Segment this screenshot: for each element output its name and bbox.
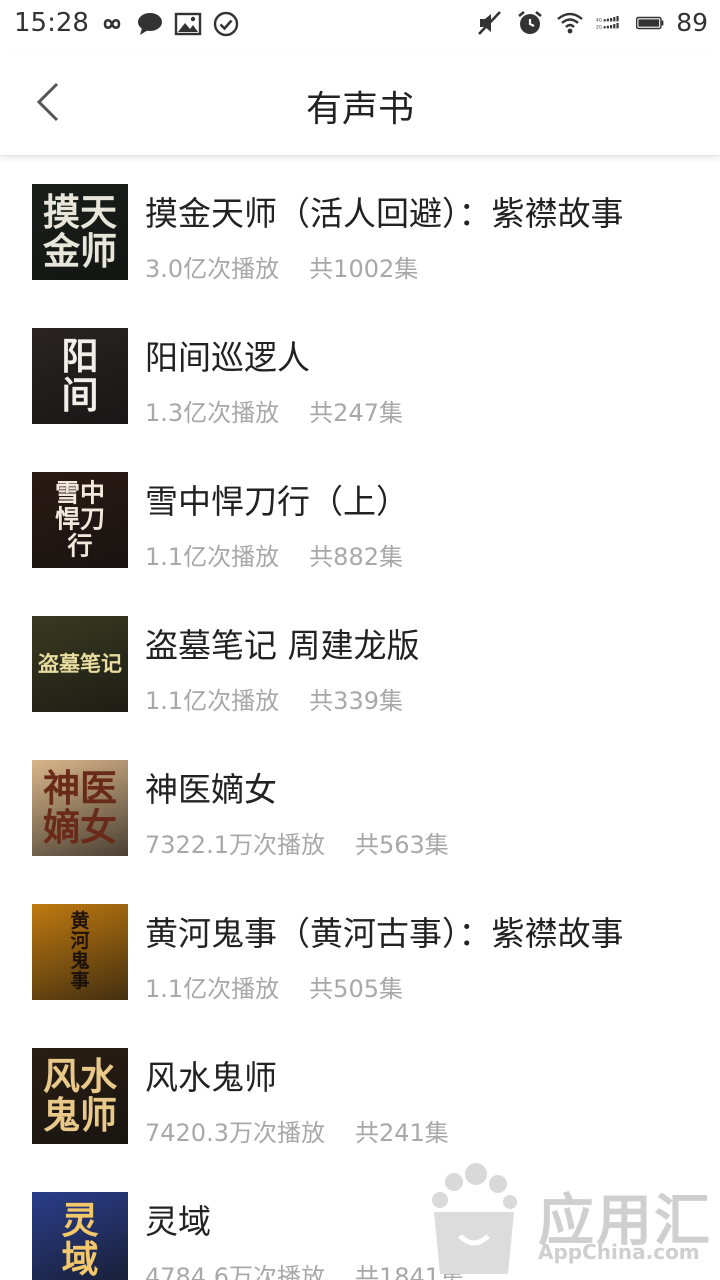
book-list: 摸天 金师 摸金天师（活人回避）：紫襟故事 3.0亿次播放 共1002集阳 间 阳间巡逻… xyxy=(0,157,720,1280)
book-episode-count: 共882集 xyxy=(309,543,403,571)
battery-level: 89 xyxy=(676,8,708,37)
book-meta: 1.1亿次播放 共505集 xyxy=(145,969,403,1004)
book-play-count: 1.1亿次播放 xyxy=(145,687,280,715)
book-cover-text: 盗墓笔记 xyxy=(38,650,122,676)
book-meta: 7322.1万次播放 共563集 xyxy=(145,825,449,860)
book-meta: 3.0亿次播放 共1002集 xyxy=(145,249,418,284)
book-title: 盗墓笔记 周建龙版 xyxy=(145,626,420,665)
book-episode-count: 共1841集 xyxy=(354,1263,465,1280)
book-meta: 7420.3万次播放 共241集 xyxy=(145,1113,449,1148)
book-play-count: 1.3亿次播放 xyxy=(145,399,280,427)
book-cover-text: 神医 嫡女 xyxy=(43,766,117,849)
book-cover: 神医 嫡女 xyxy=(32,760,128,856)
wifi-icon xyxy=(557,12,583,33)
status-left-icons xyxy=(98,10,240,38)
book-meta: 1.1亿次播放 共339集 xyxy=(145,681,403,716)
book-cover-text: 黄 河 鬼 事 xyxy=(70,910,90,992)
book-title: 风水鬼师 xyxy=(145,1058,277,1097)
book-item[interactable]: 摸天 金师 摸金天师（活人回避）：紫襟故事 3.0亿次播放 共1002集 xyxy=(0,157,720,301)
battery-icon xyxy=(636,16,664,29)
book-episode-count: 共339集 xyxy=(309,687,403,715)
book-cover: 灵 域 xyxy=(32,1192,128,1280)
book-cover-text: 雪中 悍刀 行 xyxy=(54,478,105,561)
book-title: 神医嫡女 xyxy=(145,770,277,809)
book-cover: 黄 河 鬼 事 xyxy=(32,904,128,1000)
book-title: 摸金天师（活人回避）：紫襟故事 xyxy=(145,194,624,233)
signal-icon: 4G 2G xyxy=(596,15,619,30)
book-cover-text: 风水 鬼师 xyxy=(43,1054,117,1137)
book-title: 灵域 xyxy=(145,1202,211,1241)
book-play-count: 1.1亿次播放 xyxy=(145,975,280,1003)
mute-icon xyxy=(478,10,502,35)
book-play-count: 3.0亿次播放 xyxy=(145,255,280,283)
nav-bar: 有声书 xyxy=(0,50,720,156)
image-icon xyxy=(174,12,202,36)
alarm-icon xyxy=(518,10,542,34)
book-cover: 摸天 金师 xyxy=(32,184,128,280)
book-play-count: 4784.6万次播放 xyxy=(145,1263,325,1280)
book-episode-count: 共505集 xyxy=(309,975,403,1003)
book-item[interactable]: 神医 嫡女 神医嫡女 7322.1万次播放 共563集 xyxy=(0,733,720,877)
status-bar: 15:28 4G 2G 89 xyxy=(0,0,720,50)
book-item[interactable]: 雪中 悍刀 行 雪中悍刀行（上） 1.1亿次播放 共882集 xyxy=(0,445,720,589)
book-play-count: 7420.3万次播放 xyxy=(145,1119,325,1147)
book-cover-text: 摸天 金师 xyxy=(43,190,117,273)
book-item[interactable]: 阳 间 阳间巡逻人 1.3亿次播放 共247集 xyxy=(0,301,720,445)
book-title: 黄河鬼事（黄河古事）：紫襟故事 xyxy=(145,914,624,953)
message-icon xyxy=(138,13,162,35)
book-cover-text: 灵 域 xyxy=(61,1198,99,1280)
book-cover: 雪中 悍刀 行 xyxy=(32,472,128,568)
check-circle-icon xyxy=(213,11,239,37)
book-item[interactable]: 黄 河 鬼 事 黄河鬼事（黄河古事）：紫襟故事 1.1亿次播放 共505集 xyxy=(0,877,720,1021)
svg-text:4G: 4G xyxy=(596,17,602,23)
book-episode-count: 共563集 xyxy=(354,831,449,859)
book-episode-count: 共1002集 xyxy=(309,255,419,283)
book-item[interactable]: 风水 鬼师 风水鬼师 7420.3万次播放 共241集 xyxy=(0,1021,720,1165)
book-title: 雪中悍刀行（上） xyxy=(145,482,409,521)
book-item[interactable]: 灵 域 灵域 4784.6万次播放 共1841集 xyxy=(0,1165,720,1280)
book-title: 阳间巡逻人 xyxy=(145,338,310,377)
book-play-count: 1.1亿次播放 xyxy=(145,543,280,571)
book-item[interactable]: 盗墓笔记 盗墓笔记 周建龙版 1.1亿次播放 共339集 xyxy=(0,589,720,733)
book-meta: 1.1亿次播放 共882集 xyxy=(145,537,403,572)
status-right-icons: 4G 2G 89 xyxy=(476,8,708,37)
infinity-icon xyxy=(103,18,121,30)
page-title: 有声书 xyxy=(305,89,414,130)
book-play-count: 7322.1万次播放 xyxy=(145,831,325,859)
book-cover-text: 阳 间 xyxy=(61,334,99,417)
svg-text:2G: 2G xyxy=(596,24,602,30)
book-meta: 1.3亿次播放 共247集 xyxy=(145,393,403,428)
book-cover: 盗墓笔记 xyxy=(32,616,128,712)
book-cover: 风水 鬼师 xyxy=(32,1048,128,1144)
book-meta: 4784.6万次播放 共1841集 xyxy=(145,1257,464,1280)
book-episode-count: 共241集 xyxy=(354,1119,449,1147)
book-cover: 阳 间 xyxy=(32,328,128,424)
status-time: 15:28 xyxy=(14,8,89,38)
book-episode-count: 共247集 xyxy=(309,399,403,427)
